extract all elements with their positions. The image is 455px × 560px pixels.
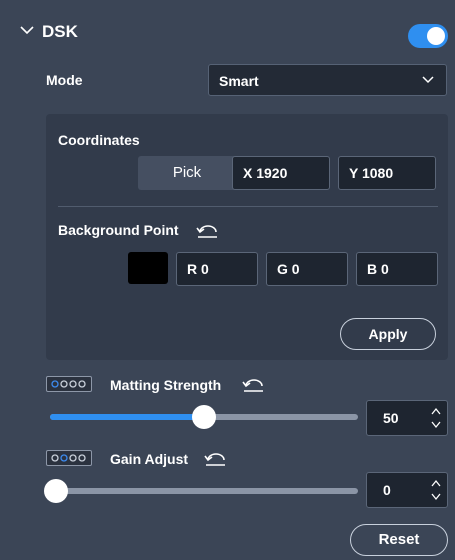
undo-icon[interactable] <box>196 224 218 238</box>
background-point-label: Background Point <box>58 222 179 238</box>
reset-button[interactable]: Reset <box>350 524 448 556</box>
mode-value: Smart <box>219 73 259 89</box>
pick-button[interactable]: Pick <box>138 156 236 190</box>
toggle-knob <box>427 27 445 45</box>
divider <box>58 206 438 207</box>
undo-icon[interactable] <box>242 378 264 392</box>
gain-adjust-label: Gain Adjust <box>110 451 189 467</box>
gain-adjust-stepper[interactable]: 0 <box>366 472 448 508</box>
gain-adjust-icon <box>46 450 92 466</box>
red-field[interactable]: R 0 <box>176 252 258 286</box>
coordinates-card: Coordinates Pick X 1920 Y 1080 Backgroun… <box>46 114 448 360</box>
apply-button[interactable]: Apply <box>340 318 436 350</box>
matting-strength-icon <box>46 376 92 392</box>
matting-strength-stepper[interactable]: 50 <box>366 400 448 436</box>
dsk-enable-toggle[interactable] <box>408 24 448 48</box>
dsk-panel: DSK Mode Smart Coordinates Pick X 1920 Y… <box>8 0 455 560</box>
coordinates-label: Coordinates <box>58 132 140 148</box>
stepper-arrows-icon[interactable] <box>431 407 441 429</box>
green-field[interactable]: G 0 <box>266 252 348 286</box>
blue-field[interactable]: B 0 <box>356 252 438 286</box>
stepper-value: 50 <box>383 410 399 426</box>
dsk-header[interactable]: DSK <box>8 12 455 48</box>
gain-adjust-slider[interactable] <box>44 479 358 503</box>
undo-icon[interactable] <box>204 452 226 466</box>
mode-label: Mode <box>46 72 83 88</box>
color-swatch[interactable] <box>128 252 168 284</box>
stepper-arrows-icon[interactable] <box>431 479 441 501</box>
slider-fill <box>50 414 204 420</box>
slider-handle[interactable] <box>44 479 68 503</box>
chevron-down-icon[interactable] <box>20 25 34 35</box>
y-coordinate-field[interactable]: Y 1080 <box>338 156 436 190</box>
dsk-title: DSK <box>42 22 78 41</box>
chevron-down-icon <box>422 76 434 84</box>
slider-handle[interactable] <box>192 405 216 429</box>
matting-strength-label: Matting Strength <box>110 377 222 393</box>
mode-select[interactable]: Smart <box>208 64 447 96</box>
stepper-value: 0 <box>383 482 391 498</box>
x-coordinate-field[interactable]: X 1920 <box>232 156 330 190</box>
matting-strength-slider[interactable] <box>50 405 358 429</box>
